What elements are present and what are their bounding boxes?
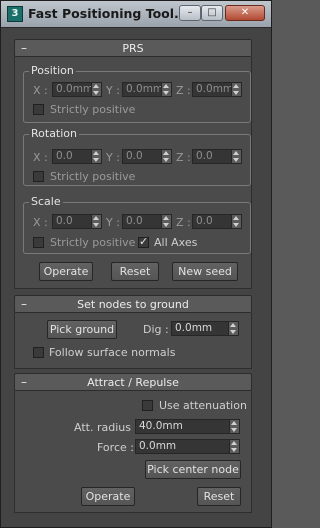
position-label: Position: [29, 64, 76, 77]
prs-operate-button[interactable]: Operate: [39, 262, 93, 281]
all-axes-label: All Axes: [154, 236, 198, 249]
dig-spinner[interactable]: 0.0mm: [171, 321, 239, 336]
position-z-spinner[interactable]: 0.0mm: [192, 82, 242, 97]
window-title: Fast Positioning Tool...: [28, 6, 189, 21]
scale-y-value: 0.0: [126, 215, 143, 227]
dig-label: Dig :: [143, 323, 169, 336]
position-z-label: Z :: [176, 84, 191, 97]
scale-z-value: 0.0: [196, 215, 213, 227]
rotation-x-label: X :: [33, 151, 48, 164]
position-z-value: 0.0mm: [196, 83, 234, 95]
spinner-arrows-icon[interactable]: [231, 83, 241, 96]
spinner-arrows-icon[interactable]: [91, 215, 101, 228]
attract-rollout-header[interactable]: – Attract / Repulse: [14, 373, 252, 391]
ground-title: Set nodes to ground: [77, 298, 189, 311]
spinner-arrows-icon[interactable]: [161, 83, 171, 96]
rotation-z-label: Z :: [176, 151, 191, 164]
scale-strictly-positive-label: Strictly positive: [50, 236, 136, 249]
rotation-label: Rotation: [29, 127, 80, 140]
spinner-arrows-icon[interactable]: [91, 83, 101, 96]
spinner-arrows-icon[interactable]: [161, 215, 171, 228]
spinner-arrows-icon[interactable]: [231, 150, 241, 163]
attract-reset-button[interactable]: Reset: [197, 487, 241, 506]
pick-center-node-button[interactable]: Pick center node: [145, 460, 241, 479]
spinner-arrows-icon[interactable]: [229, 440, 239, 453]
position-x-label: X :: [33, 84, 48, 97]
scale-x-value: 0.0: [56, 215, 73, 227]
maximize-button[interactable]: □: [201, 5, 223, 21]
ground-rollout-header[interactable]: – Set nodes to ground: [14, 295, 252, 313]
position-x-value: 0.0mm: [56, 83, 94, 95]
spinner-arrows-icon[interactable]: [231, 215, 241, 228]
rotation-z-value: 0.0: [196, 150, 213, 162]
prs-title: PRS: [122, 42, 144, 55]
rotation-x-value: 0.0: [56, 150, 73, 162]
follow-normals-label: Follow surface normals: [49, 346, 176, 359]
spinner-arrows-icon[interactable]: [228, 322, 238, 335]
position-x-spinner[interactable]: 0.0mm: [52, 82, 102, 97]
minimize-button[interactable]: –: [179, 5, 201, 21]
scale-x-label: X :: [33, 216, 48, 229]
rotation-y-spinner[interactable]: 0.0: [122, 149, 172, 164]
force-value: 0.0mm: [139, 440, 177, 452]
rotation-x-spinner[interactable]: 0.0: [52, 149, 102, 164]
app-icon: 3: [7, 6, 23, 22]
prs-rollout-header[interactable]: – PRS: [14, 39, 252, 57]
rotation-y-label: Y :: [106, 151, 120, 164]
attract-operate-button[interactable]: Operate: [81, 487, 135, 506]
all-axes-checkbox[interactable]: [138, 235, 149, 248]
use-attenuation-label: Use attenuation: [159, 399, 247, 412]
rotation-strictly-positive-label: Strictly positive: [50, 170, 136, 183]
spinner-arrows-icon[interactable]: [161, 150, 171, 163]
position-strictly-positive-checkbox[interactable]: [33, 104, 44, 115]
scale-z-spinner[interactable]: 0.0: [192, 214, 242, 229]
scale-label: Scale: [29, 195, 63, 208]
new-seed-button[interactable]: New seed: [172, 262, 238, 281]
att-radius-value: 40.0mm: [139, 420, 183, 432]
scale-x-spinner[interactable]: 0.0: [52, 214, 102, 229]
follow-normals-checkbox[interactable]: [33, 347, 44, 358]
force-label: Force :: [97, 441, 134, 454]
position-strictly-positive-label: Strictly positive: [50, 103, 136, 116]
scale-y-spinner[interactable]: 0.0: [122, 214, 172, 229]
scale-y-label: Y :: [106, 216, 120, 229]
tool-window: 3 Fast Positioning Tool... – □ ✕ – PRS P…: [0, 0, 272, 528]
use-attenuation-checkbox[interactable]: [142, 400, 153, 411]
scale-strictly-positive-checkbox[interactable]: [33, 237, 44, 248]
pick-ground-button[interactable]: Pick ground: [47, 320, 117, 339]
att-radius-spinner[interactable]: 40.0mm: [135, 419, 240, 434]
scale-z-label: Z :: [176, 216, 191, 229]
title-bar[interactable]: 3 Fast Positioning Tool... – □ ✕: [1, 1, 271, 28]
spinner-arrows-icon[interactable]: [91, 150, 101, 163]
prs-reset-button[interactable]: Reset: [111, 262, 159, 281]
position-y-label: Y :: [106, 84, 120, 97]
position-y-value: 0.0mm: [126, 83, 164, 95]
rotation-z-spinner[interactable]: 0.0: [192, 149, 242, 164]
close-button[interactable]: ✕: [225, 5, 265, 21]
att-radius-label: Att. radius :: [74, 421, 139, 434]
position-y-spinner[interactable]: 0.0mm: [122, 82, 172, 97]
spinner-arrows-icon[interactable]: [229, 420, 239, 433]
rotation-y-value: 0.0: [126, 150, 143, 162]
rotation-strictly-positive-checkbox[interactable]: [33, 171, 44, 182]
dig-value: 0.0mm: [175, 322, 213, 334]
force-spinner[interactable]: 0.0mm: [135, 439, 240, 454]
attract-title: Attract / Repulse: [87, 376, 179, 389]
